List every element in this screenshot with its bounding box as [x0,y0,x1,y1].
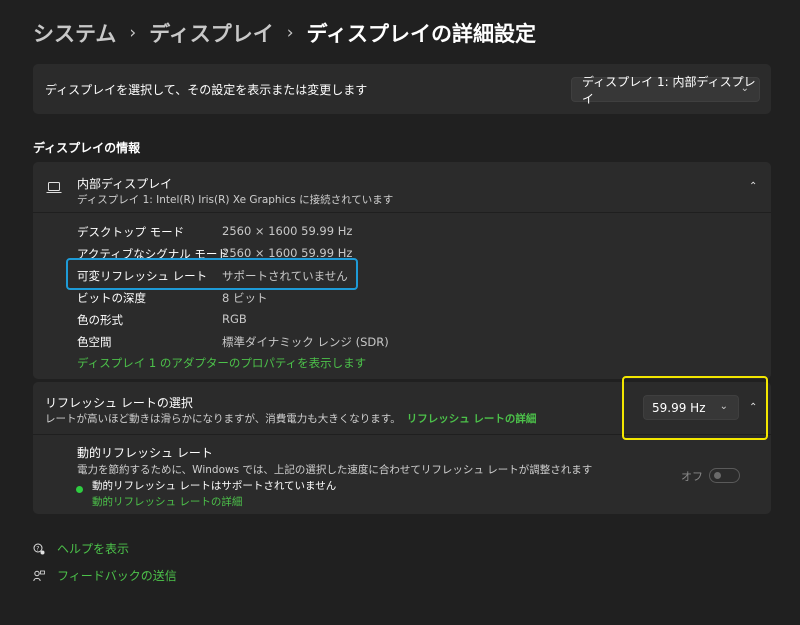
display-info-header[interactable]: 内部ディスプレイ ディスプレイ 1: Intel(R) Iris(R) Xe G… [33,162,771,213]
display-info-subtitle: ディスプレイ 1: Intel(R) Iris(R) Xe Graphics に… [77,194,394,206]
info-value: 8 ビット [222,291,268,305]
refresh-rate-description-text: レートが高いほど動きは滑らかになりますが、消費電力も大きくなります。 [45,413,401,425]
dynamic-refresh-description: 電力を節約するために、Windows では、上記の選択した速度に合わせてリフレッ… [77,464,593,476]
info-key: デスクトップ モード [77,225,185,239]
help-link-label: ヘルプを表示 [57,542,130,556]
breadcrumb-system[interactable]: システム [33,18,116,48]
breadcrumb: システム › ディスプレイ › ディスプレイの詳細設定 [33,18,536,48]
display-select-dropdown[interactable]: ディスプレイ 1: 内部ディスプレイ ⌄ [571,75,760,106]
status-dot-icon [76,486,83,493]
highlight-box-vrr [66,258,358,290]
display-select-value: ディスプレイ 1: 内部ディスプレイ [582,74,756,106]
dynamic-refresh-status: 動的リフレッシュ レートはサポートされていません [92,480,337,492]
laptop-icon [46,182,62,193]
breadcrumb-separator: › [286,23,294,43]
refresh-rate-title: リフレッシュ レートの選択 [45,396,193,410]
breadcrumb-separator: › [129,23,137,43]
help-icon: ? [33,543,45,554]
toggle-knob [714,472,721,479]
display-select-card: ディスプレイを選択して、その設定を表示または変更します ディスプレイ 1: 内部… [33,64,771,114]
feedback-link-label: フィードバックの送信 [57,569,177,583]
info-value: RGB [222,312,247,326]
dynamic-refresh-toggle-label: オフ [681,470,703,483]
highlight-box-refresh-rate [622,376,768,440]
display-info-title: 内部ディスプレイ [77,177,173,191]
chevron-down-icon: ⌄ [740,83,749,94]
dynamic-refresh-title: 動的リフレッシュ レート [77,446,213,460]
page-title: ディスプレイの詳細設定 [306,22,537,46]
section-title-display-info: ディスプレイの情報 [33,141,141,155]
feedback-icon [33,570,45,581]
refresh-rate-description: レートが高いほど動きは滑らかになりますが、消費電力も大きくなります。 リフレッシュ… [45,411,536,426]
info-value: 標準ダイナミック レンジ (SDR) [222,335,389,349]
settings-page: システム › ディスプレイ › ディスプレイの詳細設定 ディスプレイを選択して、… [0,0,800,625]
adapter-properties-link[interactable]: ディスプレイ 1 のアダプターのプロパティを表示します [77,355,366,371]
info-value: 2560 × 1600 59.99 Hz [222,224,353,238]
chevron-up-icon[interactable]: ⌃ [749,181,757,192]
help-link[interactable]: ? ヘルプを表示 [33,540,129,557]
info-key: 色の形式 [77,313,123,327]
display-select-label: ディスプレイを選択して、その設定を表示または変更します [45,83,368,97]
svg-text:?: ? [36,545,39,552]
info-key: 色空間 [77,335,112,349]
dynamic-refresh-details-link[interactable]: 動的リフレッシュ レートの詳細 [92,494,242,509]
info-key: ビットの深度 [77,291,146,305]
feedback-link[interactable]: フィードバックの送信 [33,567,177,584]
dynamic-refresh-toggle[interactable] [709,468,740,483]
refresh-rate-details-link[interactable]: リフレッシュ レートの詳細 [407,413,537,425]
breadcrumb-display[interactable]: ディスプレイ [149,18,274,48]
